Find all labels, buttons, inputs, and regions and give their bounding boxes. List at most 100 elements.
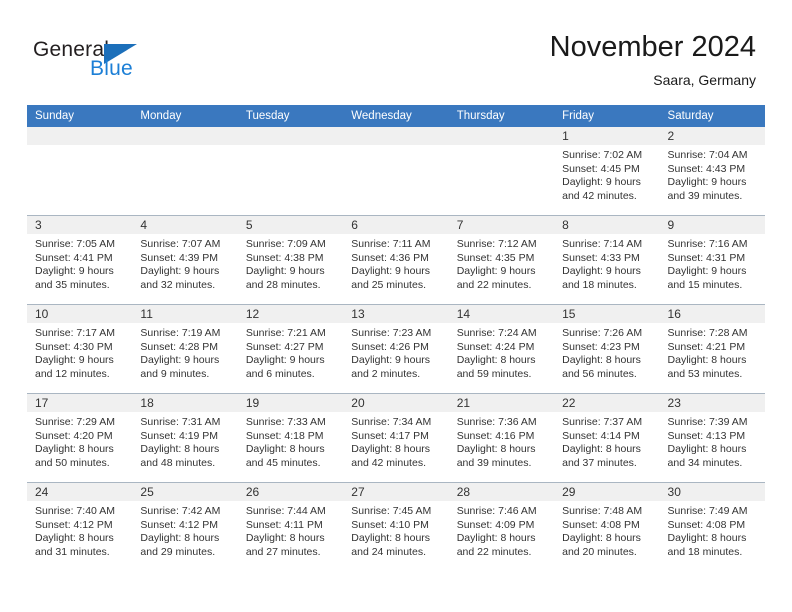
- day-sun-details: Sunrise: 7:11 AM Sunset: 4:36 PM Daylight:…: [343, 234, 448, 292]
- day-cell-inner: [448, 127, 555, 215]
- day-detail-line: Sunset: 4:20 PM: [35, 429, 113, 442]
- calendar-day-cell[interactable]: 26 Sunrise: 7:44 AM Sunset: 4:11 PM Dayligh…: [237, 482, 344, 571]
- calendar-day-cell[interactable]: 27 Sunrise: 7:45 AM Sunset: 4:10 PM Dayligh…: [343, 482, 449, 571]
- day-detail-line: Sunset: 4:12 PM: [35, 518, 113, 531]
- calendar-day-cell[interactable]: 5 Sunrise: 7:09 AM Sunset: 4:38 PM Daylight…: [237, 215, 344, 305]
- weekday-header-monday: Monday: [132, 105, 238, 127]
- calendar-day-cell[interactable]: 1 Sunrise: 7:02 AM Sunset: 4:45 PM Daylight…: [554, 127, 660, 216]
- calendar-day-cell-empty: [132, 127, 238, 216]
- day-sun-details: Sunrise: 7:48 AM Sunset: 4:08 PM Daylight:…: [554, 501, 659, 559]
- generalblue-logo[interactable]: General Blue: [33, 38, 163, 84]
- day-detail-line: and 42 minutes.: [351, 456, 426, 469]
- day-sun-details: Sunrise: 7:40 AM Sunset: 4:12 PM Daylight:…: [27, 501, 132, 559]
- day-sun-details: Sunrise: 7:24 AM Sunset: 4:24 PM Daylight:…: [449, 323, 554, 381]
- day-cell-inner: 5 Sunrise: 7:09 AM Sunset: 4:38 PM Daylight…: [237, 216, 344, 304]
- day-detail-line: Daylight: 8 hours: [562, 354, 641, 366]
- day-number: 6: [343, 216, 449, 234]
- day-number: 15: [554, 305, 660, 323]
- calendar-day-cell[interactable]: 19 Sunrise: 7:33 AM Sunset: 4:18 PM Dayligh…: [237, 393, 344, 483]
- day-detail-line: Sunset: 4:19 PM: [140, 429, 219, 442]
- day-sun-details: Sunrise: 7:36 AM Sunset: 4:16 PM Daylight:…: [449, 412, 554, 470]
- calendar-day-cell[interactable]: 9 Sunrise: 7:16 AM Sunset: 4:31 PM Daylight…: [659, 215, 765, 305]
- calendar-day-cell-empty: [27, 127, 133, 216]
- calendar-day-cell[interactable]: 30 Sunrise: 7:49 AM Sunset: 4:08 PM Dayligh…: [659, 482, 765, 571]
- day-sun-details: Sunrise: 7:14 AM Sunset: 4:33 PM Daylight:…: [554, 234, 659, 292]
- day-number: [132, 127, 238, 145]
- day-sun-details: Sunrise: 7:49 AM Sunset: 4:08 PM Daylight:…: [660, 501, 765, 559]
- day-number: 1: [554, 127, 660, 145]
- calendar-table: Sunday Monday Tuesday Wednesday Thursday Frid…: [27, 105, 765, 571]
- calendar-day-cell[interactable]: 25 Sunrise: 7:42 AM Sunset: 4:12 PM Dayligh…: [132, 482, 238, 571]
- calendar-day-cell[interactable]: 22 Sunrise: 7:37 AM Sunset: 4:14 PM Dayligh…: [554, 393, 660, 483]
- calendar-day-cell[interactable]: 28 Sunrise: 7:46 AM Sunset: 4:09 PM Dayligh…: [448, 482, 555, 571]
- day-cell-inner: 12 Sunrise: 7:21 AM Sunset: 4:27 PM Dayligh…: [237, 305, 344, 393]
- calendar-day-cell[interactable]: 18 Sunrise: 7:31 AM Sunset: 4:19 PM Dayligh…: [132, 393, 238, 483]
- day-detail-line: and 24 minutes.: [351, 545, 426, 558]
- day-cell-inner: 8 Sunrise: 7:14 AM Sunset: 4:33 PM Daylight…: [554, 216, 660, 304]
- calendar-week-row: 1 Sunrise: 7:02 AM Sunset: 4:45 PM Daylight…: [27, 127, 765, 216]
- day-number: 26: [237, 483, 344, 501]
- calendar-day-cell[interactable]: 21 Sunrise: 7:36 AM Sunset: 4:16 PM Dayligh…: [448, 393, 555, 483]
- calendar-day-cell[interactable]: 8 Sunrise: 7:14 AM Sunset: 4:33 PM Daylight…: [554, 215, 660, 305]
- calendar-day-cell[interactable]: 3 Sunrise: 7:05 AM Sunset: 4:41 PM Daylight…: [27, 215, 133, 305]
- calendar-week-row: 10 Sunrise: 7:17 AM Sunset: 4:30 PM Dayligh…: [27, 304, 765, 394]
- day-detail-line: Sunset: 4:09 PM: [456, 518, 535, 531]
- day-detail-line: and 32 minutes.: [140, 278, 216, 291]
- calendar-day-cell[interactable]: 7 Sunrise: 7:12 AM Sunset: 4:35 PM Daylight…: [448, 215, 555, 305]
- day-detail-line: and 31 minutes.: [35, 545, 110, 558]
- day-detail-line: Daylight: 8 hours: [245, 443, 325, 455]
- day-detail-line: Daylight: 9 hours: [562, 176, 641, 188]
- day-cell-inner: 23 Sunrise: 7:39 AM Sunset: 4:13 PM Dayligh…: [659, 394, 765, 482]
- calendar-day-cell[interactable]: 10 Sunrise: 7:17 AM Sunset: 4:30 PM Dayligh…: [27, 304, 133, 394]
- calendar-day-cell[interactable]: 23 Sunrise: 7:39 AM Sunset: 4:13 PM Dayligh…: [659, 393, 765, 483]
- title-block: November 2024 Saara, Germany: [550, 30, 756, 90]
- day-sun-details: Sunrise: 7:31 AM Sunset: 4:19 PM Daylight:…: [132, 412, 237, 470]
- day-detail-line: Daylight: 9 hours: [456, 265, 536, 277]
- day-detail-line: Sunrise: 7:36 AM: [456, 416, 537, 428]
- day-cell-inner: [132, 127, 238, 215]
- calendar-day-cell[interactable]: 29 Sunrise: 7:48 AM Sunset: 4:08 PM Dayligh…: [554, 482, 660, 571]
- day-number: 19: [237, 394, 344, 412]
- day-cell-inner: 3 Sunrise: 7:05 AM Sunset: 4:41 PM Daylight…: [27, 216, 133, 304]
- day-number: 18: [132, 394, 238, 412]
- calendar-day-cell[interactable]: 6 Sunrise: 7:11 AM Sunset: 4:36 PM Daylight…: [343, 215, 449, 305]
- calendar-day-cell[interactable]: 4 Sunrise: 7:07 AM Sunset: 4:39 PM Daylight…: [132, 215, 238, 305]
- calendar-grid: Sunday Monday Tuesday Wednesday Thursday Frid…: [27, 105, 765, 571]
- day-cell-inner: 27 Sunrise: 7:45 AM Sunset: 4:10 PM Dayligh…: [343, 483, 449, 571]
- calendar-body: 1 Sunrise: 7:02 AM Sunset: 4:45 PM Daylight…: [27, 127, 765, 571]
- calendar-day-cell[interactable]: 17 Sunrise: 7:29 AM Sunset: 4:20 PM Dayligh…: [27, 393, 133, 483]
- day-detail-line: Sunset: 4:26 PM: [351, 340, 429, 353]
- calendar-day-cell[interactable]: 13 Sunrise: 7:23 AM Sunset: 4:26 PM Dayligh…: [343, 304, 449, 394]
- day-detail-line: Sunrise: 7:28 AM: [667, 327, 748, 339]
- calendar-week-row: 24 Sunrise: 7:40 AM Sunset: 4:12 PM Dayligh…: [27, 482, 765, 571]
- day-detail-line: Sunrise: 7:39 AM: [667, 416, 748, 428]
- calendar-day-cell[interactable]: 24 Sunrise: 7:40 AM Sunset: 4:12 PM Dayligh…: [27, 482, 133, 571]
- page-header: General Blue November 2024 Saara, German…: [0, 0, 792, 100]
- day-detail-line: and 27 minutes.: [245, 545, 321, 558]
- calendar-day-cell[interactable]: 15 Sunrise: 7:26 AM Sunset: 4:23 PM Dayligh…: [554, 304, 660, 394]
- day-number: 8: [554, 216, 660, 234]
- day-sun-details: Sunrise: 7:07 AM Sunset: 4:39 PM Daylight:…: [132, 234, 237, 292]
- calendar-day-cell[interactable]: 14 Sunrise: 7:24 AM Sunset: 4:24 PM Dayligh…: [448, 304, 555, 394]
- day-sun-details: [449, 145, 554, 149]
- calendar-day-cell[interactable]: 11 Sunrise: 7:19 AM Sunset: 4:28 PM Dayligh…: [132, 304, 238, 394]
- day-detail-line: and 2 minutes.: [351, 367, 421, 380]
- day-detail-line: and 39 minutes.: [667, 189, 743, 202]
- day-detail-line: Daylight: 9 hours: [140, 265, 220, 277]
- day-sun-details: Sunrise: 7:44 AM Sunset: 4:11 PM Daylight:…: [238, 501, 343, 559]
- calendar-day-cell[interactable]: 12 Sunrise: 7:21 AM Sunset: 4:27 PM Dayligh…: [237, 304, 344, 394]
- day-cell-inner: [237, 127, 344, 215]
- day-detail-line: Sunset: 4:31 PM: [667, 251, 746, 264]
- calendar-day-cell[interactable]: 20 Sunrise: 7:34 AM Sunset: 4:17 PM Dayligh…: [343, 393, 449, 483]
- day-detail-line: Daylight: 9 hours: [351, 265, 431, 277]
- day-cell-inner: 20 Sunrise: 7:34 AM Sunset: 4:17 PM Dayligh…: [343, 394, 449, 482]
- calendar-day-cell[interactable]: 2 Sunrise: 7:04 AM Sunset: 4:43 PM Daylight…: [659, 127, 765, 216]
- day-sun-details: Sunrise: 7:12 AM Sunset: 4:35 PM Daylight:…: [449, 234, 554, 292]
- location-subtitle: Saara, Germany: [653, 72, 756, 88]
- day-detail-line: and 59 minutes.: [456, 367, 532, 380]
- calendar-day-cell[interactable]: 16 Sunrise: 7:28 AM Sunset: 4:21 PM Dayligh…: [659, 304, 765, 394]
- day-number: 25: [132, 483, 238, 501]
- day-sun-details: Sunrise: 7:04 AM Sunset: 4:43 PM Daylight:…: [660, 145, 765, 203]
- day-detail-line: and 50 minutes.: [35, 456, 110, 469]
- day-detail-line: Sunrise: 7:11 AM: [351, 238, 431, 250]
